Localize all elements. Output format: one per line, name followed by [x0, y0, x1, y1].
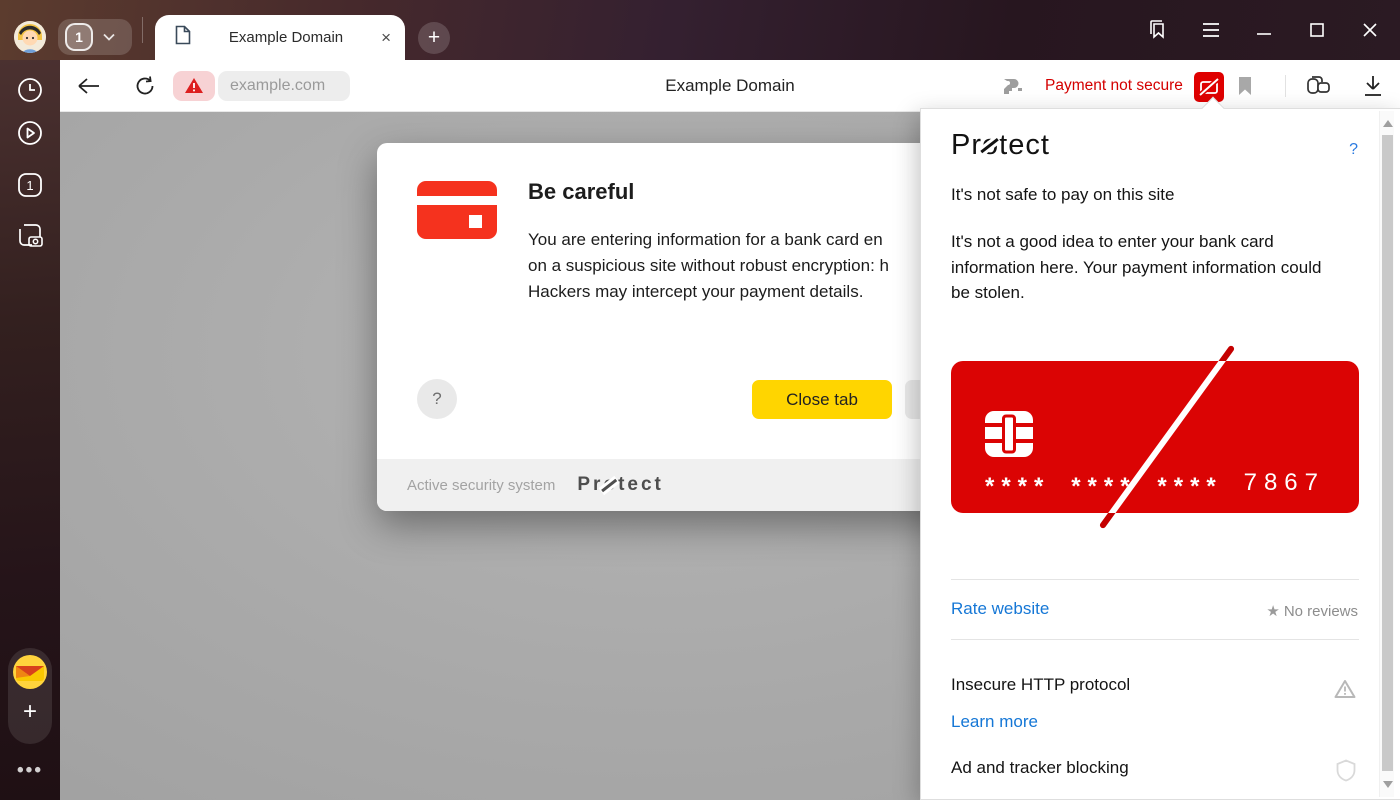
add-app-button[interactable]: +: [8, 698, 52, 726]
close-tab-button[interactable]: Close tab: [752, 380, 892, 419]
payment-warning-text[interactable]: Payment not secure: [1045, 60, 1183, 112]
protect-panel: Protect ? It's not safe to pay on this s…: [920, 108, 1400, 800]
bank-card-icon: [417, 181, 497, 244]
mail-app-icon[interactable]: [12, 654, 48, 690]
window-titlebar: 1 Example Domain × +: [0, 0, 1400, 60]
shield-icon: [1336, 759, 1356, 787]
scroll-down-icon[interactable]: [1383, 781, 1393, 788]
reload-icon[interactable]: [130, 71, 160, 101]
protect-wordmark: Protect: [577, 474, 663, 496]
adblock-title: Ad and tracker blocking: [951, 758, 1129, 778]
tab-close-icon[interactable]: ×: [381, 29, 391, 46]
maximize-icon[interactable]: [1307, 20, 1327, 40]
sidebar-apps-group: +: [8, 648, 52, 744]
warning-triangle-icon: [1334, 679, 1356, 704]
protect-panel-title: Protect: [951, 129, 1050, 162]
tab-group-pill[interactable]: 1: [58, 19, 132, 55]
reviews-summary: ★ No reviews: [1266, 602, 1358, 620]
reviews-label: No reviews: [1284, 603, 1358, 620]
card-chip-icon: [985, 411, 1033, 462]
dialog-help-button[interactable]: ?: [417, 379, 457, 419]
more-menu-icon[interactable]: •••: [0, 760, 60, 782]
learn-more-link[interactable]: Learn more: [951, 712, 1038, 732]
dialog-body-line: Hackers may intercept your payment detai…: [528, 279, 889, 305]
history-icon[interactable]: [12, 72, 48, 108]
star-icon: ★: [1266, 603, 1279, 620]
dialog-body: You are entering information for a bank …: [528, 227, 889, 305]
insecure-http-title: Insecure HTTP protocol: [951, 675, 1130, 695]
scrollbar-thumb[interactable]: [1382, 135, 1393, 771]
password-manager-icon[interactable]: [998, 71, 1028, 101]
dialog-body-line: You are entering information for a bank …: [528, 227, 889, 253]
downloads-icon[interactable]: [1358, 71, 1388, 101]
panel-divider: [951, 579, 1359, 580]
toolbar-divider: [1285, 75, 1286, 97]
minimize-icon[interactable]: [1254, 20, 1274, 40]
bookmarks-panel-icon[interactable]: [1146, 19, 1168, 41]
new-tab-button[interactable]: +: [418, 22, 450, 54]
profile-avatar[interactable]: [14, 21, 46, 53]
sidebar: 1 + •••: [0, 60, 60, 800]
panel-help-link[interactable]: ?: [1349, 141, 1358, 159]
media-play-icon[interactable]: [12, 115, 48, 151]
titlebar-separator: [142, 17, 143, 43]
tab-count-badge: 1: [65, 23, 93, 51]
site-warning-badge[interactable]: [173, 71, 215, 101]
scroll-up-icon[interactable]: [1383, 120, 1393, 127]
tabs-counter-icon[interactable]: 1: [12, 167, 48, 203]
collections-icon[interactable]: [1303, 71, 1333, 101]
back-icon[interactable]: [74, 71, 104, 101]
masked-card-number: **** **** **** 7867: [985, 469, 1325, 497]
bookmark-icon[interactable]: [1230, 71, 1260, 101]
browser-tab[interactable]: Example Domain ×: [155, 15, 405, 60]
active-security-label: Active security system: [407, 477, 555, 494]
red-credit-card: **** **** **** 7867: [951, 361, 1359, 513]
screenshot-icon[interactable]: [12, 217, 48, 253]
dialog-title: Be careful: [528, 179, 634, 205]
rate-website-link[interactable]: Rate website: [951, 599, 1049, 619]
svg-text:1: 1: [26, 178, 33, 193]
page-icon: [175, 25, 191, 50]
panel-body-text: It's not a good idea to enter your bank …: [951, 229, 1329, 306]
close-window-icon[interactable]: [1360, 20, 1380, 40]
panel-scrollbar[interactable]: [1379, 111, 1394, 797]
address-bar[interactable]: example.com: [218, 71, 350, 101]
blocked-card-graphic: **** **** **** 7867: [951, 361, 1359, 513]
chevron-down-icon[interactable]: [103, 28, 115, 46]
tab-title: Example Domain: [191, 29, 381, 46]
menu-icon[interactable]: [1201, 22, 1221, 38]
panel-divider: [951, 639, 1359, 640]
avatar-illustration: [14, 21, 46, 53]
payment-not-secure-icon[interactable]: [1194, 72, 1224, 102]
dialog-body-line: on a suspicious site without robust encr…: [528, 253, 889, 279]
panel-subtitle: It's not safe to pay on this site: [951, 185, 1174, 205]
browser-toolbar: example.com Example Domain Payment not s…: [60, 60, 1400, 112]
